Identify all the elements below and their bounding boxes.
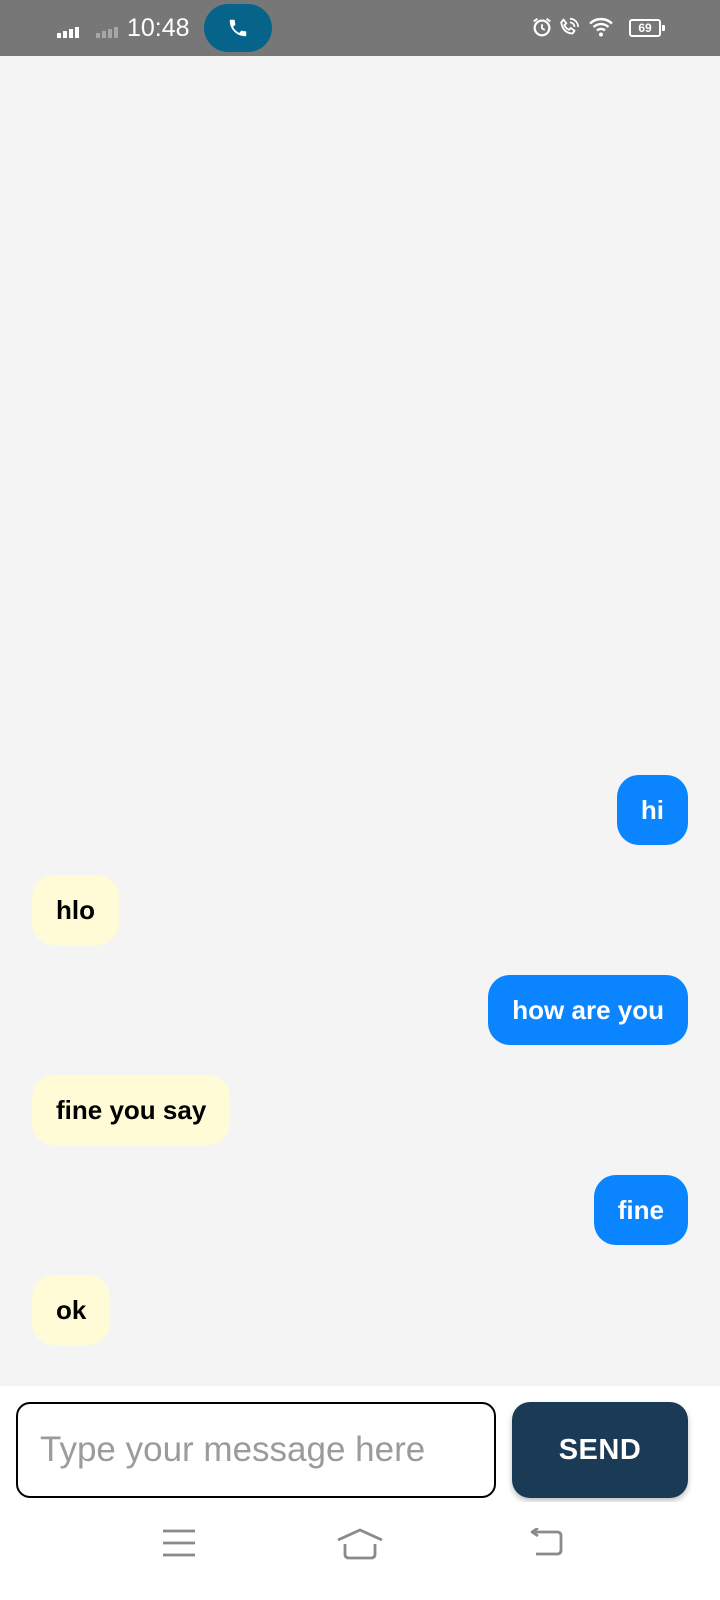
incoming-message-bubble: hlo — [32, 875, 119, 945]
wifi-calling-icon — [560, 17, 579, 35]
battery-icon: 69 — [629, 19, 665, 37]
home-icon[interactable] — [336, 1528, 384, 1560]
send-button[interactable]: SEND — [512, 1402, 688, 1498]
outgoing-message-bubble: hi — [616, 775, 688, 845]
outgoing-message-bubble: fine — [593, 1175, 688, 1245]
wifi-icon — [589, 17, 613, 37]
signal-icon — [96, 24, 124, 38]
menu-icon[interactable] — [162, 1528, 196, 1558]
status-time: 10:48 — [127, 14, 190, 42]
battery-level: 69 — [638, 21, 652, 35]
message-composer: SEND — [0, 1386, 720, 1502]
incoming-message-bubble: ok — [32, 1275, 111, 1345]
incoming-message-bubble: fine you say — [32, 1075, 231, 1145]
back-icon[interactable] — [530, 1528, 566, 1558]
status-bar: 10:48 69 — [0, 0, 720, 56]
phone-icon — [229, 19, 247, 37]
message-input[interactable] — [16, 1402, 496, 1498]
chat-message-list[interactable]: hi hlo how are you fine you say fine ok — [0, 56, 720, 1386]
navigation-bar — [0, 1502, 720, 1600]
signal-icon — [57, 24, 85, 38]
ongoing-call-button[interactable] — [204, 4, 272, 52]
alarm-icon — [533, 17, 551, 37]
outgoing-message-bubble: how are you — [488, 975, 688, 1045]
